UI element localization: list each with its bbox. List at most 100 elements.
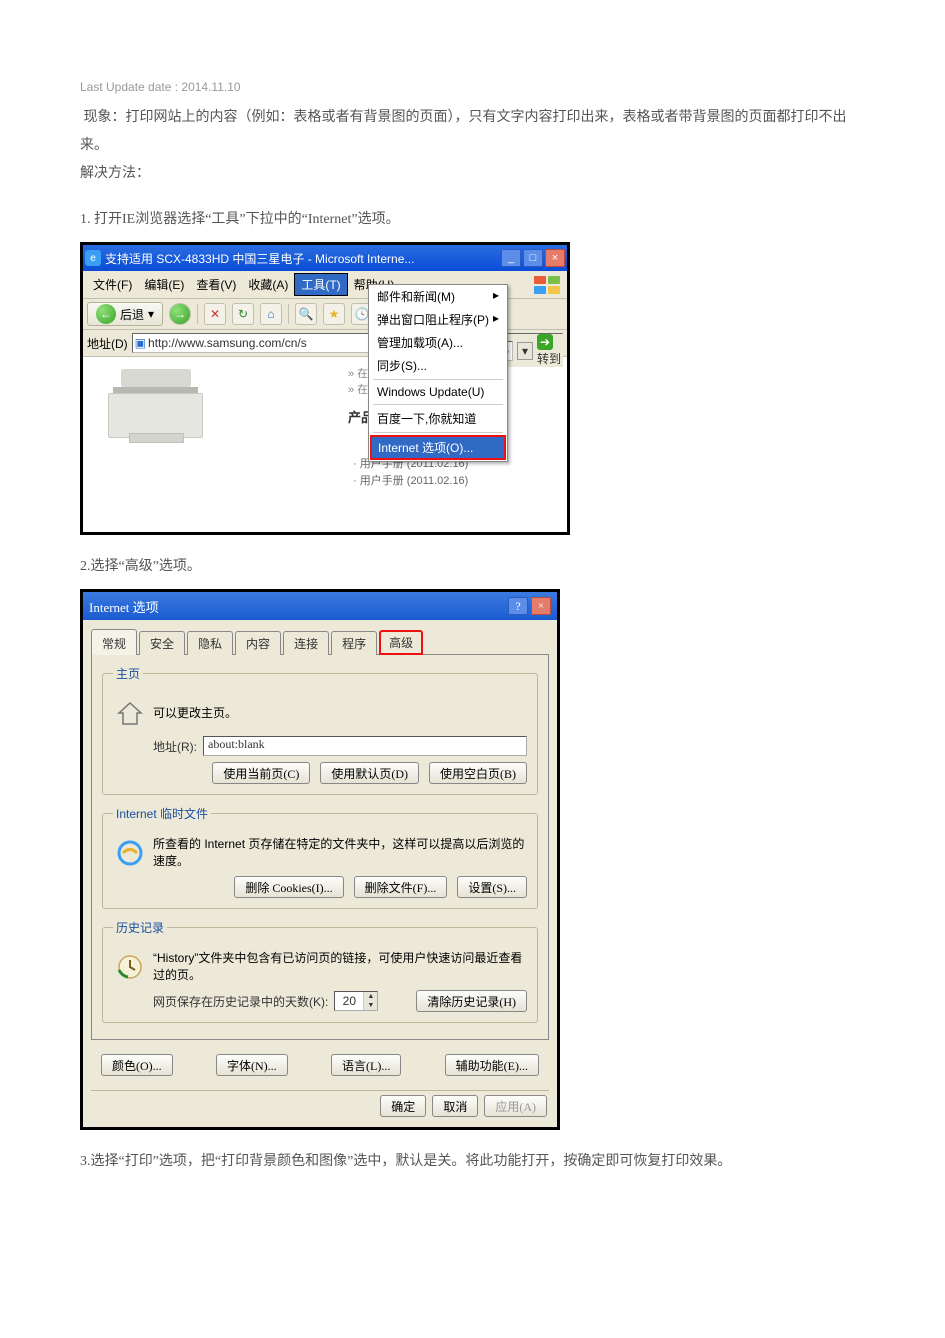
cancel-button[interactable]: 取消 bbox=[432, 1095, 478, 1117]
back-arrow-icon: ← bbox=[96, 304, 116, 324]
tab-advanced[interactable]: 高级 bbox=[379, 630, 423, 655]
clear-history-button[interactable]: 清除历史记录(H) bbox=[416, 990, 527, 1012]
step-2: 2.选择“高级”选项。 bbox=[80, 555, 865, 575]
dialog-close-button[interactable]: × bbox=[531, 597, 551, 615]
windows-logo-icon bbox=[533, 275, 563, 295]
accessibility-button[interactable]: 辅助功能(E)... bbox=[445, 1054, 539, 1076]
go-button[interactable]: ➔ 转到 bbox=[537, 334, 561, 367]
favorites-button[interactable]: ★ bbox=[323, 303, 345, 325]
delete-files-button[interactable]: 删除文件(F)... bbox=[354, 876, 448, 898]
fonts-button[interactable]: 字体(N)... bbox=[216, 1054, 288, 1076]
menu-view[interactable]: 查看(V) bbox=[190, 274, 242, 295]
go-label: 转到 bbox=[537, 352, 561, 366]
use-default-page-button[interactable]: 使用默认页(D) bbox=[320, 762, 419, 784]
history-group: 历史记录 “History”文件夹中包含有已访问页的链接，可使用户快速访问最近查… bbox=[102, 919, 538, 1023]
tempfiles-settings-button[interactable]: 设置(S)... bbox=[457, 876, 527, 898]
menu-edit[interactable]: 编辑(E) bbox=[138, 274, 190, 295]
maximize-button[interactable]: □ bbox=[523, 249, 543, 267]
ie-titlebar: e 支持适用 SCX-4833HD 中国三星电子 - Microsoft Int… bbox=[83, 245, 567, 271]
back-label: 后退 bbox=[120, 306, 144, 323]
close-button[interactable]: × bbox=[545, 249, 565, 267]
back-button[interactable]: ← 后退 ▾ bbox=[87, 302, 163, 326]
history-legend: 历史记录 bbox=[113, 919, 167, 936]
desc-line-1: 现象：打印网站上的内容（例如：表格或者有背景图的页面），只有文字内容打印出来，表… bbox=[80, 104, 865, 160]
home-icon bbox=[113, 696, 147, 730]
ie-window: e 支持适用 SCX-4833HD 中国三星电子 - Microsoft Int… bbox=[80, 242, 570, 535]
submenu-arrow-icon: ▸ bbox=[493, 288, 499, 305]
history-desc: “History”文件夹中包含有已访问页的链接，可使用户快速访问最近查看过的页。 bbox=[153, 950, 527, 984]
stop-button[interactable]: ✕ bbox=[204, 303, 226, 325]
spin-down-icon[interactable]: ▼ bbox=[363, 1001, 377, 1010]
ok-button[interactable]: 确定 bbox=[380, 1095, 426, 1117]
address-url-left: http://www.samsung.com/cn/s bbox=[148, 336, 307, 350]
forward-button[interactable]: → bbox=[169, 303, 191, 325]
tools-dropdown: 邮件和新闻(M)▸ 弹出窗口阻止程序(P)▸ 管理加载项(A)... 同步(S)… bbox=[368, 284, 508, 462]
homepage-address-input[interactable]: about:blank bbox=[203, 736, 527, 756]
tab-body-general: 主页 可以更改主页。 地址(R): about:blank 使用当前页(C) 使… bbox=[91, 654, 549, 1040]
tab-security[interactable]: 安全 bbox=[139, 631, 185, 655]
refresh-button[interactable]: ↻ bbox=[232, 303, 254, 325]
description-block: 现象：打印网站上的内容（例如：表格或者有背景图的页面），只有文字内容打印出来，表… bbox=[80, 104, 865, 188]
homepage-desc: 可以更改主页。 bbox=[153, 705, 527, 722]
search-button[interactable]: 🔍 bbox=[295, 303, 317, 325]
tab-connections[interactable]: 连接 bbox=[283, 631, 329, 655]
minimize-button[interactable]: _ bbox=[501, 249, 521, 267]
toolbar-separator bbox=[288, 304, 289, 324]
address-label: 地址(D) bbox=[87, 335, 128, 352]
internet-options-dialog: Internet 选项 ? × 常规 安全 隐私 内容 连接 程序 高级 主页 … bbox=[80, 589, 560, 1130]
languages-button[interactable]: 语言(L)... bbox=[331, 1054, 401, 1076]
homepage-group: 主页 可以更改主页。 地址(R): about:blank 使用当前页(C) 使… bbox=[102, 665, 538, 795]
tab-privacy[interactable]: 隐私 bbox=[187, 631, 233, 655]
page-type-icon: ▣ bbox=[135, 336, 146, 350]
help-button[interactable]: ? bbox=[508, 597, 528, 615]
menu-favorites[interactable]: 收藏(A) bbox=[242, 274, 294, 295]
dialog-footer: 确定 取消 应用(A) bbox=[83, 1091, 557, 1127]
dialog-title: Internet 选项 bbox=[89, 597, 508, 616]
dd-manage-addons[interactable]: 管理加载项(A)... bbox=[369, 331, 507, 354]
general-extras-row: 颜色(O)... 字体(N)... 语言(L)... 辅助功能(E)... bbox=[91, 1048, 549, 1086]
tab-content[interactable]: 内容 bbox=[235, 631, 281, 655]
dd-separator bbox=[373, 379, 503, 380]
desc-line-2: 解决方法： bbox=[80, 160, 865, 188]
printer-image bbox=[108, 369, 203, 449]
history-icon bbox=[113, 950, 147, 984]
colors-button[interactable]: 颜色(O)... bbox=[101, 1054, 173, 1076]
dialog-titlebar: Internet 选项 ? × bbox=[83, 592, 557, 620]
dd-windows-update[interactable]: Windows Update(U) bbox=[369, 382, 507, 402]
homepage-address-label: 地址(R): bbox=[153, 738, 197, 755]
homepage-buttons: 使用当前页(C) 使用默认页(D) 使用空白页(B) bbox=[113, 762, 527, 784]
ie-icon: e bbox=[85, 250, 101, 266]
dd-internet-options[interactable]: Internet 选项(O)... bbox=[370, 435, 506, 460]
toolbar-separator bbox=[197, 304, 198, 324]
last-update-line: Last Update date : 2014.11.10 bbox=[80, 80, 865, 94]
manual-link-2[interactable]: · 用户手册 (2011.02.16) bbox=[353, 472, 468, 488]
use-blank-page-button[interactable]: 使用空白页(B) bbox=[429, 762, 527, 784]
tab-strip: 常规 安全 隐私 内容 连接 程序 高级 bbox=[83, 620, 557, 654]
tempfiles-legend: Internet 临时文件 bbox=[113, 805, 211, 822]
use-current-page-button[interactable]: 使用当前页(C) bbox=[212, 762, 310, 784]
chevron-down-icon: ▾ bbox=[148, 307, 154, 321]
zai-text-1: » 在 bbox=[348, 365, 368, 381]
history-days-spinner[interactable]: 20 ▲▼ bbox=[334, 991, 378, 1011]
history-days-value: 20 bbox=[335, 994, 363, 1008]
dd-sync[interactable]: 同步(S)... bbox=[369, 354, 507, 377]
tab-programs[interactable]: 程序 bbox=[331, 631, 377, 655]
menu-tools[interactable]: 工具(T) bbox=[294, 273, 347, 296]
tempfiles-buttons: 删除 Cookies(I)... 删除文件(F)... 设置(S)... bbox=[113, 876, 527, 898]
submenu-arrow-icon: ▸ bbox=[493, 311, 499, 328]
apply-button[interactable]: 应用(A) bbox=[484, 1095, 547, 1117]
tab-general[interactable]: 常规 bbox=[91, 629, 137, 655]
zai-text-2: » 在 bbox=[348, 381, 368, 397]
dd-baidu[interactable]: 百度一下,你就知道 bbox=[369, 407, 507, 430]
menu-file[interactable]: 文件(F) bbox=[87, 274, 138, 295]
home-button[interactable]: ⌂ bbox=[260, 303, 282, 325]
history-days-label: 网页保存在历史记录中的天数(K): bbox=[153, 993, 328, 1010]
delete-cookies-button[interactable]: 删除 Cookies(I)... bbox=[234, 876, 343, 898]
go-arrow-icon: ➔ bbox=[537, 334, 553, 350]
spin-up-icon[interactable]: ▲ bbox=[363, 992, 377, 1001]
dropdown-icon[interactable]: ▾ bbox=[517, 342, 533, 360]
dd-mail-news[interactable]: 邮件和新闻(M)▸ bbox=[369, 285, 507, 308]
dd-popup-blocker[interactable]: 弹出窗口阻止程序(P)▸ bbox=[369, 308, 507, 331]
dd-separator bbox=[373, 404, 503, 405]
ie-tempfiles-icon bbox=[113, 836, 147, 870]
